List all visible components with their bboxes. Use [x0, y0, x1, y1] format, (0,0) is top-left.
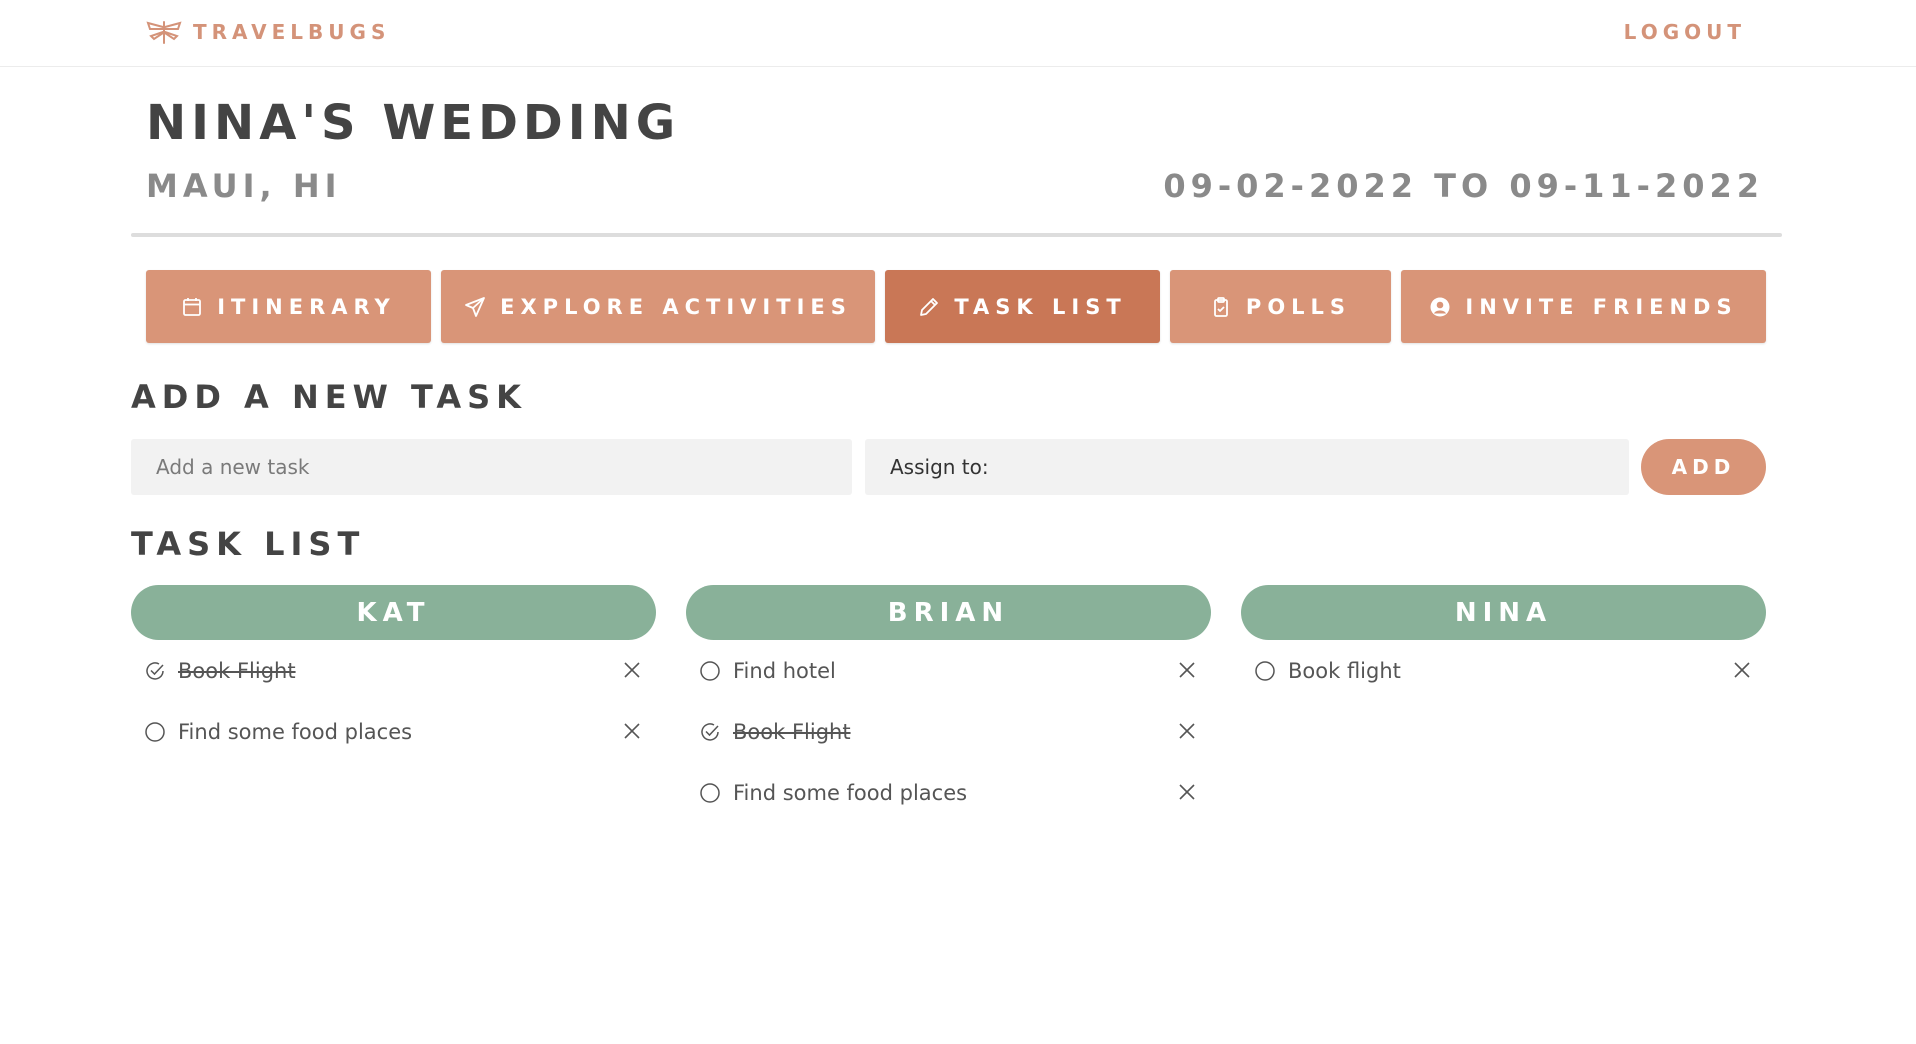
circle-icon[interactable] — [144, 721, 166, 743]
assign-to-label: Assign to: — [890, 455, 989, 479]
trip-location: MAUI, HI — [146, 167, 342, 205]
top-nav-bar: TRAVELBUGS LOGOUT — [0, 0, 1916, 67]
paper-plane-icon — [465, 296, 486, 317]
assign-to-select[interactable]: Assign to: — [865, 439, 1629, 495]
task-column-brian: BRIAN Find hotel Book Flight Find some f… — [686, 585, 1211, 823]
tab-explore-activities[interactable]: EXPLORE ACTIVITIES — [441, 270, 875, 343]
checked-circle-icon[interactable] — [144, 660, 166, 682]
close-icon[interactable] — [1177, 782, 1197, 802]
logout-link[interactable]: LOGOUT — [1624, 20, 1746, 44]
tab-task-list[interactable]: TASK LIST — [885, 270, 1160, 343]
circle-icon[interactable] — [699, 660, 721, 682]
close-icon[interactable] — [1732, 660, 1752, 680]
trip-dates: 09-02-2022 TO 09-11-2022 — [1163, 167, 1764, 205]
tab-invite-friends[interactable]: INVITE FRIENDS — [1401, 270, 1766, 343]
task-item: Book Flight — [131, 640, 656, 701]
tab-label: INVITE FRIENDS — [1465, 294, 1738, 319]
task-item: Find hotel — [686, 640, 1211, 701]
new-task-input[interactable] — [131, 439, 852, 495]
dragonfly-icon — [146, 21, 182, 44]
brand-name: TRAVELBUGS — [193, 20, 391, 44]
header-divider — [131, 233, 1782, 237]
close-icon[interactable] — [622, 660, 642, 680]
trip-title: NINA'S WEDDING — [146, 95, 681, 151]
tab-label: EXPLORE ACTIVITIES — [500, 294, 852, 319]
task-item: Book flight — [1241, 640, 1766, 701]
tab-polls[interactable]: POLLS — [1170, 270, 1391, 343]
checked-circle-icon[interactable] — [699, 721, 721, 743]
circle-icon[interactable] — [699, 782, 721, 804]
close-icon[interactable] — [1177, 660, 1197, 680]
brand-logo-link[interactable]: TRAVELBUGS — [145, 19, 390, 45]
task-label: Book Flight — [178, 658, 296, 683]
column-header: KAT — [131, 585, 656, 640]
close-icon[interactable] — [622, 721, 642, 741]
task-label: Book flight — [1288, 658, 1401, 683]
circle-icon[interactable] — [1254, 660, 1276, 682]
user-circle-icon — [1430, 297, 1450, 316]
clipboard-check-icon — [1214, 296, 1228, 317]
column-header: NINA — [1241, 585, 1766, 640]
tab-itinerary[interactable]: ITINERARY — [146, 270, 431, 343]
task-label: Find some food places — [178, 719, 413, 744]
task-label: Find some food places — [733, 780, 968, 805]
task-label: Book Flight — [733, 719, 851, 744]
task-item: Find some food places — [686, 762, 1211, 823]
task-item: Book Flight — [686, 701, 1211, 762]
column-header: BRIAN — [686, 585, 1211, 640]
tab-label: ITINERARY — [217, 294, 396, 319]
add-task-button[interactable]: ADD — [1641, 439, 1766, 495]
task-list-heading: TASK LIST — [131, 525, 366, 563]
task-item: Find some food places — [131, 701, 656, 762]
task-label: Find hotel — [733, 658, 836, 683]
task-column-kat: KAT Book Flight Find some food places — [131, 585, 656, 762]
pencil-icon — [920, 297, 939, 316]
calendar-icon — [183, 297, 202, 316]
tab-label: TASK LIST — [954, 294, 1127, 319]
tab-label: POLLS — [1245, 294, 1352, 319]
close-icon[interactable] — [1177, 721, 1197, 741]
task-column-nina: NINA Book flight — [1241, 585, 1766, 701]
add-task-heading: ADD A NEW TASK — [131, 378, 527, 416]
trip-tabs: ITINERARY EXPLORE ACTIVITIES TASK LIST P… — [0, 270, 1916, 343]
